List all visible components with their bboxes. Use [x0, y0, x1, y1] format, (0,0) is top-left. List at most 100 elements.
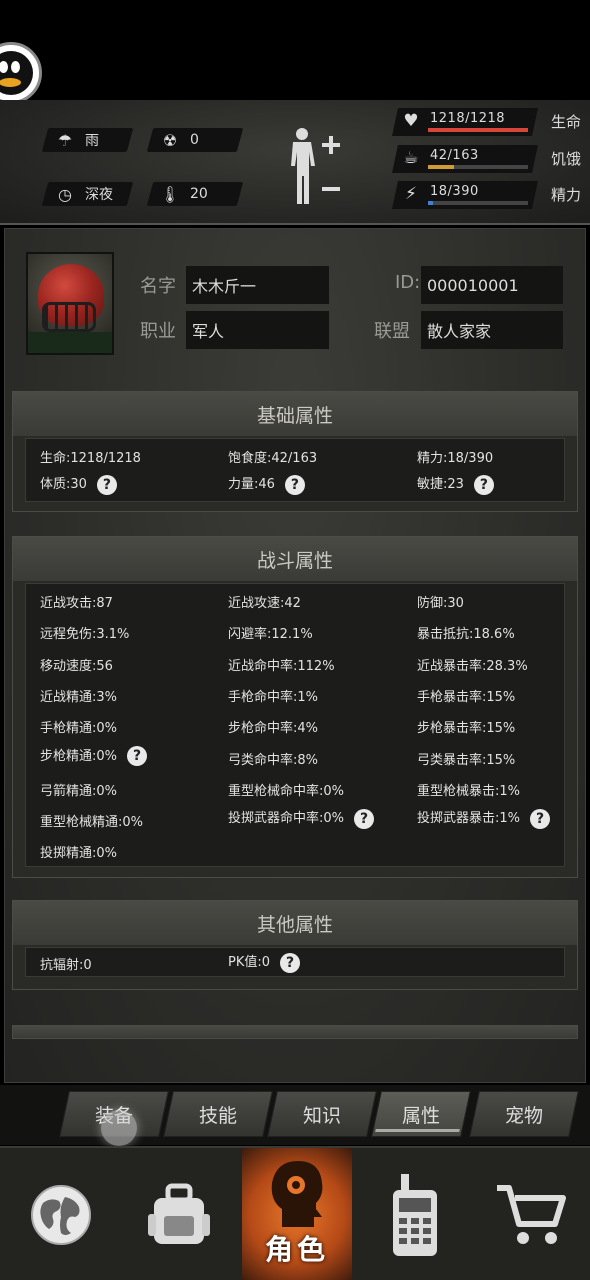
combat-stat: 近战攻速:42 [228, 592, 301, 611]
basic-energy: 精力:18/390 [417, 451, 494, 466]
job-value: 军人 [186, 311, 329, 349]
basic-attributes-section: 基础属性 生命:1218/1218 饱食度:42/163 精力:18/390 体… [12, 391, 578, 512]
vital-bar [428, 128, 528, 132]
combat-stat: 暴击抵抗:18.6% [417, 623, 515, 642]
basic-agility-row: 敏捷:23? [417, 473, 494, 495]
basic-constitution-row: 体质:30? [40, 473, 117, 495]
combat-stat-text: 投掷武器命中率:0% [228, 811, 345, 827]
combat-stat: 近战精通:3% [40, 686, 117, 705]
radio-phone-icon [393, 1174, 437, 1256]
other-attributes-body: 抗辐射:0 PK值:0? [25, 947, 565, 977]
combat-attributes-section: 战斗属性 近战攻击:87 近战攻速:42 防御:30 远程免伤:3.1% 闪避率:12.… [12, 536, 578, 878]
thermometer-icon: 🌡 [159, 184, 181, 204]
tab-pets[interactable]: 宠物 [469, 1091, 579, 1137]
combat-stat: 投掷武器命中率:0%? [228, 807, 375, 829]
nav-character[interactable]: 角色 [242, 1148, 352, 1280]
alliance-label: 联盟 [374, 321, 410, 342]
combat-stat: 移动速度:56 [40, 655, 113, 674]
help-icon[interactable]: ? [96, 474, 117, 495]
combat-stat: 远程免伤:3.1% [40, 623, 129, 642]
combat-stat-text: 近战精通:3% [40, 689, 118, 705]
basic-attributes-body: 生命:1218/1218 饱食度:42/163 精力:18/390 体质:30?… [25, 438, 565, 502]
combat-stat-text: 弓类暴击率:15% [417, 752, 516, 768]
basic-strength: 力量:46 [228, 477, 275, 492]
empty-section-bar [12, 1025, 578, 1039]
basic-satiety: 饱食度:42/163 [228, 451, 318, 466]
name-value: 木木斤一 [186, 266, 329, 304]
vital-bar-fill [428, 201, 433, 205]
combat-stat: 重型枪械命中率:0% [228, 780, 344, 799]
vital-0: ♥ 1218/1218 生命 [392, 108, 585, 136]
vital-bar [428, 165, 528, 169]
combat-stat-text: 近战攻速:42 [228, 596, 301, 611]
combat-stat-text: 弓类命中率:8% [228, 752, 319, 768]
combat-stat: 重型枪械暴击:1% [417, 780, 520, 799]
top-black-strip [0, 0, 590, 100]
help-icon[interactable]: ? [530, 808, 551, 829]
help-icon[interactable]: ? [284, 474, 305, 495]
touch-indicator [101, 1110, 137, 1146]
help-icon[interactable]: ? [354, 808, 375, 829]
combat-stat: 重型枪械精通:0% [40, 811, 143, 830]
combat-stat-text: 远程免伤:3.1% [40, 627, 130, 643]
combat-stat: 步枪精通:0%? [40, 745, 148, 766]
help-icon[interactable]: ? [280, 952, 301, 973]
vital-bar-fill [428, 128, 528, 132]
help-icon[interactable]: ? [473, 474, 494, 495]
basic-hp: 生命:1218/1218 [40, 451, 141, 466]
combat-stat-text: 投掷精通:0% [40, 846, 118, 862]
combat-stat-text: 近战命中率:112% [228, 658, 335, 674]
bottom-nav: 角色 [0, 1146, 590, 1280]
combat-stat-text: 近战暴击率:28.3% [417, 658, 528, 674]
combat-stat-text: 暴击抵抗:18.6% [417, 627, 515, 643]
weather-value: 雨 [85, 133, 99, 149]
tab-attributes[interactable]: 属性 [371, 1091, 471, 1137]
combat-stat-text: 弓箭精通:0% [40, 783, 118, 799]
other-attributes-section: 其他属性 抗辐射:0 PK值:0? [12, 900, 578, 990]
nav-world-map[interactable] [2, 1148, 120, 1280]
temperature-value: 20 [190, 186, 208, 202]
tab-knowledge[interactable]: 知识 [267, 1091, 377, 1137]
rain-cloud-icon: ☂ [57, 130, 73, 150]
combat-attributes-body: 近战攻击:87 近战攻速:42 防御:30 远程免伤:3.1% 闪避率:12.1% 暴击抵… [25, 583, 565, 867]
character-head-icon [271, 1161, 323, 1227]
combat-stat: 防御:30 [417, 592, 464, 611]
radiation-chip: ☢ 0 [146, 128, 244, 152]
combat-attributes-title: 战斗属性 [13, 537, 577, 581]
combat-stat: 弓类命中率:8% [228, 749, 318, 768]
nav-shop[interactable] [472, 1148, 590, 1280]
combat-stat: 投掷武器暴击:1%? [417, 807, 551, 829]
nav-communicator[interactable] [356, 1148, 474, 1280]
combat-stat: 闪避率:12.1% [228, 623, 313, 642]
backpack-icon [148, 1183, 210, 1244]
vital-value: 18/390 [430, 184, 479, 199]
heart-pulse-icon: ♥ [403, 111, 419, 131]
combat-stat: 投掷精通:0% [40, 842, 117, 861]
other-pk-row: PK值:0? [228, 951, 301, 973]
help-icon[interactable]: ? [127, 746, 148, 766]
vital-label: 生命 [550, 113, 581, 131]
vital-bar-fill [428, 165, 454, 169]
basic-agility: 敏捷:23 [417, 477, 464, 492]
combat-stat: 近战攻击:87 [40, 592, 113, 611]
tab-knowledge-label: 知识 [302, 1104, 341, 1127]
shopping-cart-icon [497, 1185, 566, 1244]
combat-stat: 手枪精通:0% [40, 717, 117, 736]
combat-stat: 弓类暴击率:15% [417, 749, 515, 768]
id-value: 000010001 [421, 266, 563, 304]
id-label-text: ID [395, 272, 415, 293]
tab-skills[interactable]: 技能 [163, 1091, 273, 1137]
nav-backpack[interactable] [120, 1148, 238, 1280]
combat-stat-text: 近战攻击:87 [40, 596, 113, 611]
radiation-value: 0 [190, 132, 199, 148]
combat-stat-text: 闪避率:12.1% [228, 627, 313, 643]
vital-1: ☕ 42/163 饥饿 [392, 145, 585, 173]
body-status-icon[interactable] [288, 126, 348, 210]
combat-stat: 手枪暴击率:15% [417, 686, 515, 705]
combat-stat: 近战命中率:112% [228, 655, 335, 674]
combat-stat: 弓箭精通:0% [40, 780, 117, 799]
other-attributes-title: 其他属性 [13, 901, 577, 945]
vital-value: 1218/1218 [430, 111, 506, 126]
combat-stat-text: 步枪命中率:4% [228, 721, 319, 737]
character-portrait[interactable] [26, 252, 114, 355]
